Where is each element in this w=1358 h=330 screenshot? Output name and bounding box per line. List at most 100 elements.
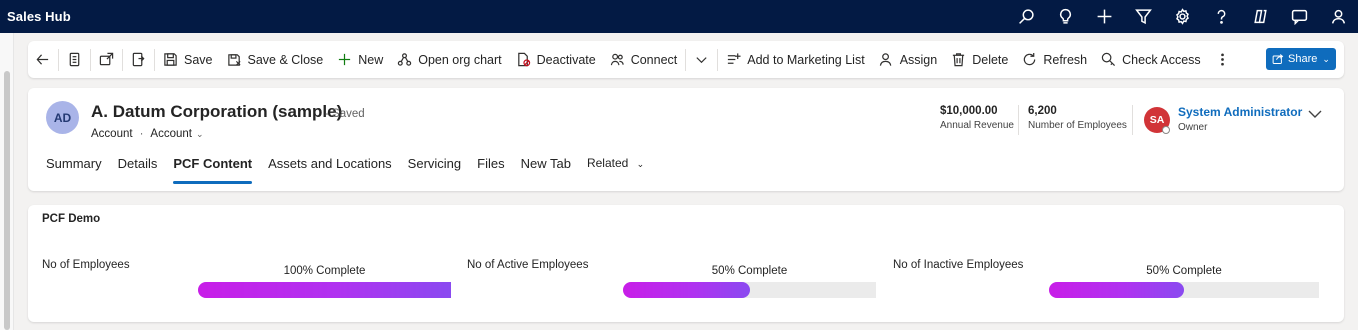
person-icon <box>879 53 892 66</box>
annual-revenue-field: $10,000.00 Annual Revenue <box>940 105 1014 131</box>
divider <box>685 48 687 71</box>
tab-summary[interactable]: Summary <box>46 156 102 186</box>
save-button[interactable]: Save <box>156 41 220 78</box>
share-icon <box>1272 54 1284 64</box>
list-add-icon <box>728 53 741 64</box>
number-of-employees-field: 6,200 Number of Employees <box>1028 105 1127 131</box>
chevron-down-icon: ⌄ <box>1322 53 1330 64</box>
app-title[interactable]: Sales Hub <box>7 9 71 24</box>
save-close-button[interactable]: Save & Close <box>220 41 331 78</box>
expand-header-button[interactable] <box>1308 107 1322 118</box>
owner-name-link[interactable]: System Administrator <box>1178 105 1302 119</box>
divider <box>58 48 59 71</box>
pcf-demo-section: PCF Demo No of Employees 100% Complete N… <box>28 205 1344 322</box>
filter-icon[interactable] <box>1124 0 1163 33</box>
new-label: New <box>358 52 384 67</box>
share-label: Share <box>1288 53 1318 65</box>
settings-icon[interactable] <box>1163 0 1202 33</box>
document-icon <box>69 52 80 67</box>
search-icon[interactable] <box>1007 0 1046 33</box>
delete-label: Delete <box>972 52 1009 67</box>
plus-icon[interactable] <box>1085 0 1124 33</box>
refresh-label: Refresh <box>1043 52 1088 67</box>
save-status: - Saved <box>325 108 365 120</box>
field-label: No of Inactive Employees <box>893 259 1024 271</box>
divider <box>122 48 123 71</box>
tab-related-label: Related <box>586 156 629 170</box>
tab-assets-and-locations[interactable]: Assets and Locations <box>268 156 392 186</box>
assign-label: Assign <box>899 52 938 67</box>
feedback-icon[interactable] <box>1319 0 1358 33</box>
progress-track <box>623 282 876 298</box>
help-icon[interactable] <box>1202 0 1241 33</box>
progress-track <box>198 282 451 298</box>
key-search-icon <box>1101 52 1116 67</box>
progress-fill <box>198 282 451 298</box>
copilot-icon[interactable] <box>1241 0 1280 33</box>
chevron-down-icon[interactable]: ⌄ <box>196 129 204 140</box>
people-icon <box>610 53 624 66</box>
field-label: No of Active Employees <box>467 259 589 271</box>
form-selector[interactable]: Account <box>150 128 192 140</box>
entity-name: Account <box>91 128 133 140</box>
share-button[interactable]: Share ⌄ <box>1266 48 1336 70</box>
connect-button[interactable]: Connect <box>603 41 685 78</box>
open-org-chart-button[interactable]: Open org chart <box>390 41 508 78</box>
record-subtitle: Account · Account ⌄ <box>91 128 204 140</box>
lightbulb-icon[interactable] <box>1046 0 1085 33</box>
add-to-marketing-list-button[interactable]: Add to Marketing List <box>719 41 871 78</box>
save-close-icon <box>227 54 241 66</box>
scrollbar-thumb[interactable] <box>4 71 10 330</box>
divider <box>90 48 91 71</box>
progress-text: 50% Complete <box>1146 265 1222 277</box>
presence-status-icon <box>1162 126 1170 134</box>
org-chart-icon <box>398 53 412 66</box>
save-label: Save <box>184 52 213 67</box>
separator-dot: · <box>139 128 144 140</box>
form-view-button[interactable] <box>60 41 89 78</box>
trash-icon <box>953 53 965 67</box>
employees-label: Number of Employees <box>1028 120 1127 131</box>
connect-dropdown-button[interactable] <box>687 41 716 78</box>
progress-track <box>1049 282 1319 298</box>
tab-pcf-content[interactable]: PCF Content <box>173 156 252 186</box>
deactivate-button[interactable]: Deactivate <box>509 41 603 78</box>
tab-details[interactable]: Details <box>118 156 158 186</box>
progress-fill <box>1049 282 1184 298</box>
more-commands-button[interactable] <box>1208 41 1237 78</box>
chevron-down-icon: ⌄ <box>636 159 645 169</box>
delete-button[interactable]: Delete <box>944 41 1015 78</box>
record-avatar: AD <box>46 101 79 134</box>
add-marketing-label: Add to Marketing List <box>747 52 865 67</box>
process-button[interactable] <box>124 41 153 78</box>
annual-revenue-label: Annual Revenue <box>940 120 1014 131</box>
progress-text: 50% Complete <box>711 265 788 277</box>
divider <box>1018 105 1019 135</box>
chevron-down-icon <box>696 57 707 64</box>
back-arrow-icon <box>36 54 49 65</box>
assign-button[interactable]: Assign <box>872 41 945 78</box>
tab-servicing[interactable]: Servicing <box>408 156 461 186</box>
check-access-button[interactable]: Check Access <box>1094 41 1208 78</box>
back-button[interactable] <box>28 41 57 78</box>
record-header: AD A. Datum Corporation (sample) - Saved… <box>28 88 1344 191</box>
top-navigation-bar: Sales Hub <box>0 0 1358 33</box>
open-window-icon <box>99 52 114 66</box>
tab-files[interactable]: Files <box>477 156 504 186</box>
chat-icon[interactable] <box>1280 0 1319 33</box>
open-in-new-window-button[interactable] <box>92 41 121 78</box>
new-button[interactable]: New <box>330 41 390 78</box>
record-title: A. Datum Corporation (sample) <box>91 102 343 121</box>
deactivate-label: Deactivate <box>536 52 596 67</box>
more-vertical-icon <box>1220 53 1224 66</box>
divider <box>1132 105 1133 135</box>
plus-icon <box>339 53 351 66</box>
process-icon <box>132 52 145 67</box>
refresh-button[interactable]: Refresh <box>1015 41 1094 78</box>
left-scroll-rail[interactable] <box>0 33 14 330</box>
chevron-down-icon <box>1308 110 1322 118</box>
divider <box>717 48 719 71</box>
tab-new-tab[interactable]: New Tab <box>521 156 571 186</box>
refresh-icon <box>1024 52 1036 66</box>
tab-related[interactable]: Related ⌄ <box>587 156 644 186</box>
